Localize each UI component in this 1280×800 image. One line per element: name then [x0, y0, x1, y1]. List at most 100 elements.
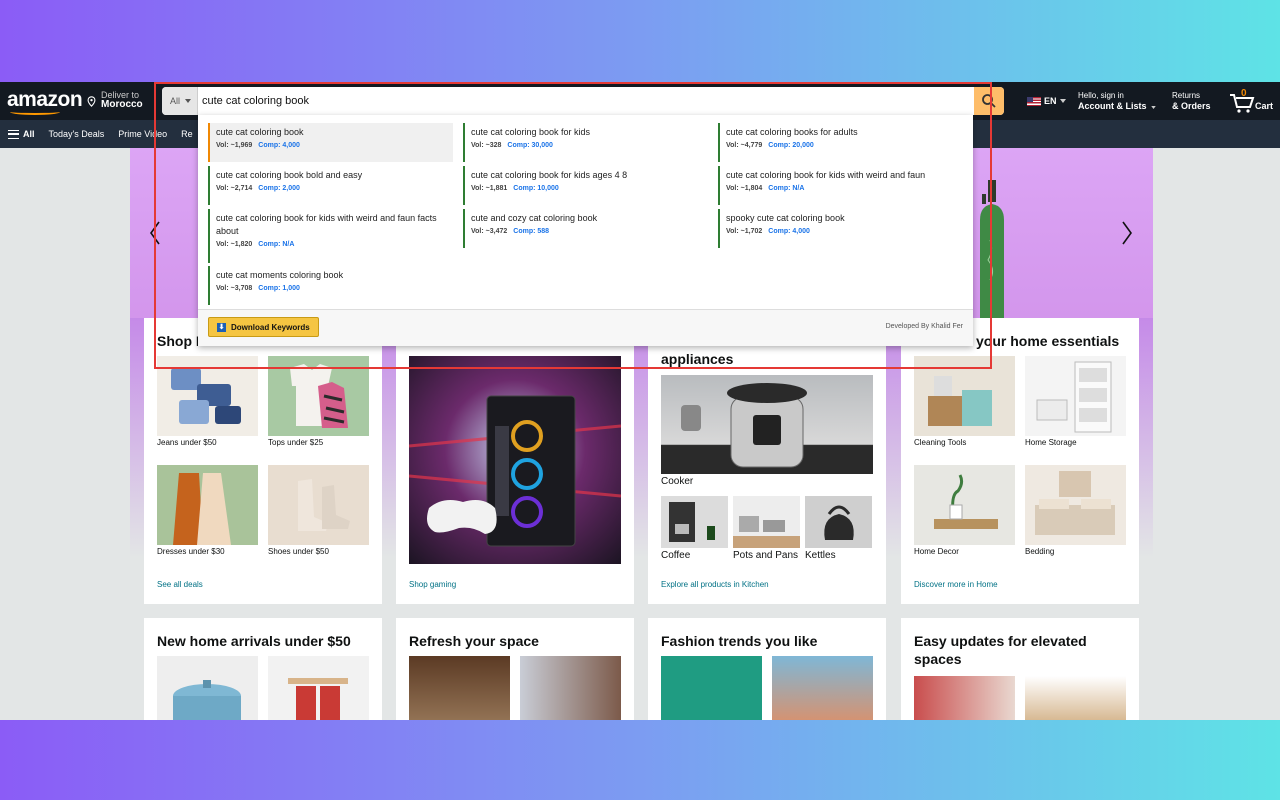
canisters-image[interactable] — [268, 656, 369, 720]
see-all-deals-link[interactable]: See all deals — [157, 580, 203, 589]
tile-label: Pots and Pans — [733, 550, 799, 561]
keyword-term: cute cat coloring book for kids — [471, 127, 591, 137]
search-category-dropdown[interactable]: All — [162, 87, 198, 115]
fashion-image-1[interactable] — [661, 656, 762, 720]
refresh-image-1[interactable] — [409, 656, 510, 720]
keyword-competition: Comp: 2,000 — [258, 185, 300, 192]
cooker-image — [661, 375, 873, 474]
keyword-suggestion[interactable]: cute cat coloring book Vol: ~1,969 Comp: 4… — [208, 123, 453, 162]
keyword-competition: Comp: 4,000 — [768, 228, 810, 235]
shop-gaming-link[interactable]: Shop gaming — [409, 580, 456, 589]
deliver-to[interactable]: Deliver to Morocco — [87, 90, 143, 110]
card-home-essentials: your home essentials Cleaning Tools Home… — [901, 318, 1139, 604]
keyword-metrics: Vol: ~328 Comp: 30,000 — [471, 142, 708, 149]
bedding-image — [1025, 465, 1126, 545]
returns-orders[interactable]: Returns & Orders — [1172, 91, 1211, 111]
language-label: EN — [1044, 96, 1057, 106]
browser-viewport: amazon Deliver to Morocco All EN — [0, 82, 1280, 720]
keyword-term: cute cat moments coloring book — [216, 270, 344, 280]
keyword-volume: Vol: ~1,820 — [216, 241, 253, 248]
shoes-image — [268, 465, 369, 545]
carousel-prev-icon[interactable] — [148, 218, 162, 248]
keyword-competition: Comp: 4,000 — [258, 142, 300, 149]
jeans-image — [157, 356, 258, 436]
refresh-image-2[interactable] — [520, 656, 621, 720]
nav-todays-deals[interactable]: Today's Deals — [49, 129, 105, 139]
account-menu[interactable]: Hello, sign in Account & Lists — [1078, 91, 1147, 111]
search-input[interactable] — [202, 87, 972, 115]
tile-label: Bedding — [1025, 547, 1055, 556]
language-selector[interactable]: EN — [1027, 96, 1066, 106]
card-title: Fashion trends you like — [661, 633, 818, 649]
account-greeting: Hello, sign in — [1078, 91, 1124, 100]
home-decor-image — [914, 465, 1015, 545]
tile-home-decor[interactable]: Home Decor — [914, 465, 1015, 565]
keyword-panel-footer: ⬇ Download Keywords Developed By Khalid … — [198, 309, 973, 346]
tile-bedding[interactable]: Bedding — [1025, 465, 1126, 565]
nav-prime-video[interactable]: Prime Video — [118, 129, 167, 139]
hamburger-icon — [8, 129, 19, 139]
keyword-suggestion[interactable]: cute cat coloring book bold and easy Vol:… — [208, 166, 453, 205]
keyword-suggestion[interactable]: cute cat coloring books for adults Vol: ~… — [718, 123, 963, 162]
keyword-suggestion[interactable]: cute cat moments coloring book Vol: ~3,70… — [208, 266, 453, 305]
dutch-oven-image[interactable] — [157, 656, 258, 720]
updates-image-2[interactable] — [1025, 676, 1126, 720]
carousel-next-icon[interactable] — [1120, 218, 1134, 248]
keyword-volume: Vol: ~3,472 — [471, 228, 508, 235]
keyword-term: cute cat coloring book for kids with wei… — [726, 170, 926, 180]
tile-tops[interactable]: Tops under $25 — [268, 356, 369, 456]
kettles-image — [805, 496, 872, 548]
download-keywords-label: Download Keywords — [231, 322, 310, 332]
cart-count: 0 — [1241, 88, 1247, 99]
keyword-competition: Comp: 10,000 — [513, 185, 559, 192]
keyword-competition: Comp: N/A — [258, 241, 295, 248]
tile-label: Kettles — [805, 550, 836, 561]
tile-coffee[interactable]: Coffee — [661, 496, 728, 566]
tile-pots-pans[interactable]: Pots and Pans — [733, 496, 800, 566]
tile-cleaning-tools[interactable]: Cleaning Tools — [914, 356, 1015, 456]
tile-dresses[interactable]: Dresses under $30 — [157, 465, 258, 565]
keyword-suggestion[interactable]: cute cat coloring book for kids ages 4 8… — [463, 166, 708, 205]
card-title: Refresh your space — [409, 633, 539, 649]
tile-shoes[interactable]: Shoes under $50 — [268, 465, 369, 565]
search-button[interactable] — [974, 87, 1004, 115]
keyword-metrics: Vol: ~1,804 Comp: N/A — [726, 185, 963, 192]
cleaning-tools-image — [914, 356, 1015, 436]
tile-cooker[interactable]: Cooker — [661, 375, 873, 490]
all-menu-label: All — [23, 129, 35, 139]
keyword-term: cute cat coloring books for adults — [726, 127, 858, 137]
keyword-metrics: Vol: ~3,472 Comp: 588 — [471, 228, 708, 235]
tile-jeans[interactable]: Jeans under $50 — [157, 356, 258, 456]
home-storage-image — [1025, 356, 1126, 436]
keyword-volume: Vol: ~1,881 — [471, 185, 508, 192]
card-fashion-trends: Fashion trends you like — [648, 618, 886, 720]
keyword-suggestion[interactable]: spooky cute cat coloring book Vol: ~1,702… — [718, 209, 963, 248]
fashion-image-2[interactable] — [772, 656, 873, 720]
keyword-suggestion[interactable]: cute cat coloring book for kids Vol: ~328… — [463, 123, 708, 162]
caret-down-icon — [1151, 106, 1156, 109]
card-gaming: Shop gaming — [396, 318, 634, 604]
card-title: appliances — [661, 351, 734, 367]
discover-home-link[interactable]: Discover more in Home — [914, 580, 998, 589]
cart-label: Cart — [1255, 101, 1274, 111]
all-menu-button[interactable]: All — [8, 129, 35, 139]
keyword-suggestion[interactable]: cute cat coloring book for kids with wei… — [208, 209, 453, 263]
tile-gaming-pc[interactable] — [409, 356, 621, 564]
card-appliances: appliances Cooker Coffee Pots and Pans K… — [648, 318, 886, 604]
explore-kitchen-link[interactable]: Explore all products in Kitchen — [661, 580, 769, 589]
keyword-term: spooky cute cat coloring book — [726, 213, 845, 223]
coffee-image — [661, 496, 728, 548]
keyword-metrics: Vol: ~1,820 Comp: N/A — [216, 241, 453, 248]
nav-item-truncated[interactable]: Re — [181, 129, 193, 139]
returns-label: Returns — [1172, 91, 1201, 100]
keyword-suggestion[interactable]: cute and cozy cat coloring book Vol: ~3,4… — [463, 209, 708, 248]
tile-kettles[interactable]: Kettles — [805, 496, 872, 566]
tile-home-storage[interactable]: Home Storage — [1025, 356, 1126, 456]
cart-button[interactable]: 0 Cart — [1229, 88, 1277, 114]
download-keywords-button[interactable]: ⬇ Download Keywords — [208, 317, 319, 337]
keyword-term: cute and cozy cat coloring book — [471, 213, 598, 223]
updates-image-1[interactable] — [914, 676, 1015, 720]
deliver-location: Morocco — [101, 99, 143, 110]
keyword-suggestion[interactable]: cute cat coloring book for kids with wei… — [718, 166, 963, 205]
amazon-smile-icon — [10, 109, 60, 115]
